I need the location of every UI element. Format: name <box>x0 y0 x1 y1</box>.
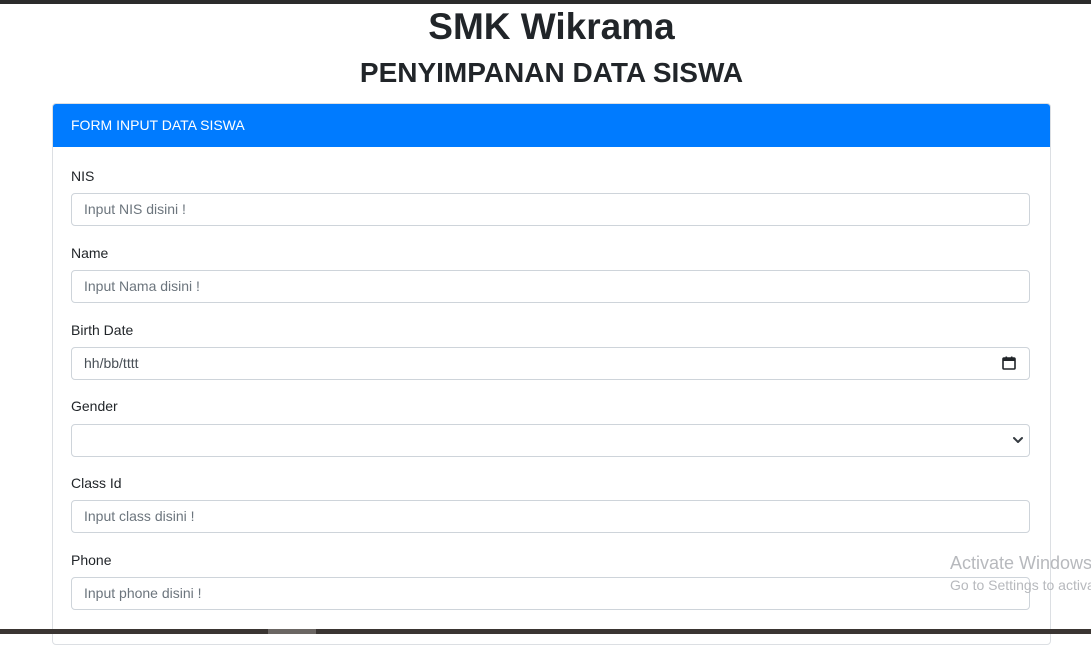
class-id-placeholder: Input class disini ! <box>84 508 195 524</box>
calendar-icon[interactable] <box>1002 356 1016 370</box>
chevron-down-icon <box>1013 437 1023 443</box>
class-id-input[interactable]: Input class disini ! <box>71 500 1030 533</box>
activate-windows-watermark: Activate Windows Go to Settings to activ… <box>950 552 1091 595</box>
watermark-line2: Go to Settings to activate Windows. <box>950 577 1091 593</box>
card-header: FORM INPUT DATA SISWA <box>53 104 1050 147</box>
phone-placeholder: Input phone disini ! <box>84 585 202 601</box>
birth-date-format: hh/bb/tttt <box>84 355 139 371</box>
name-placeholder: Input Nama disini ! <box>84 278 200 294</box>
gender-label: Gender <box>71 398 118 414</box>
student-form-card: FORM INPUT DATA SISWA NIS Input NIS disi… <box>52 103 1051 645</box>
name-input[interactable]: Input Nama disini ! <box>71 270 1030 303</box>
taskbar-edge <box>0 629 1091 634</box>
phone-input[interactable]: Input phone disini ! <box>71 577 1030 610</box>
taskbar-segment <box>268 629 316 634</box>
birth-date-label: Birth Date <box>71 322 134 338</box>
name-label: Name <box>71 245 109 261</box>
gender-select[interactable] <box>71 424 1030 457</box>
page-title: SMK Wikrama <box>428 6 675 47</box>
nis-placeholder: Input NIS disini ! <box>84 201 186 217</box>
watermark-line1: Activate Windows <box>950 553 1091 573</box>
nis-input[interactable]: Input NIS disini ! <box>71 193 1030 226</box>
class-id-label: Class Id <box>71 475 122 491</box>
nis-label: NIS <box>71 168 95 184</box>
page-subtitle: PENYIMPANAN DATA SISWA <box>359 57 744 88</box>
phone-label: Phone <box>71 552 112 568</box>
birth-date-input[interactable]: hh/bb/tttt <box>71 347 1030 380</box>
